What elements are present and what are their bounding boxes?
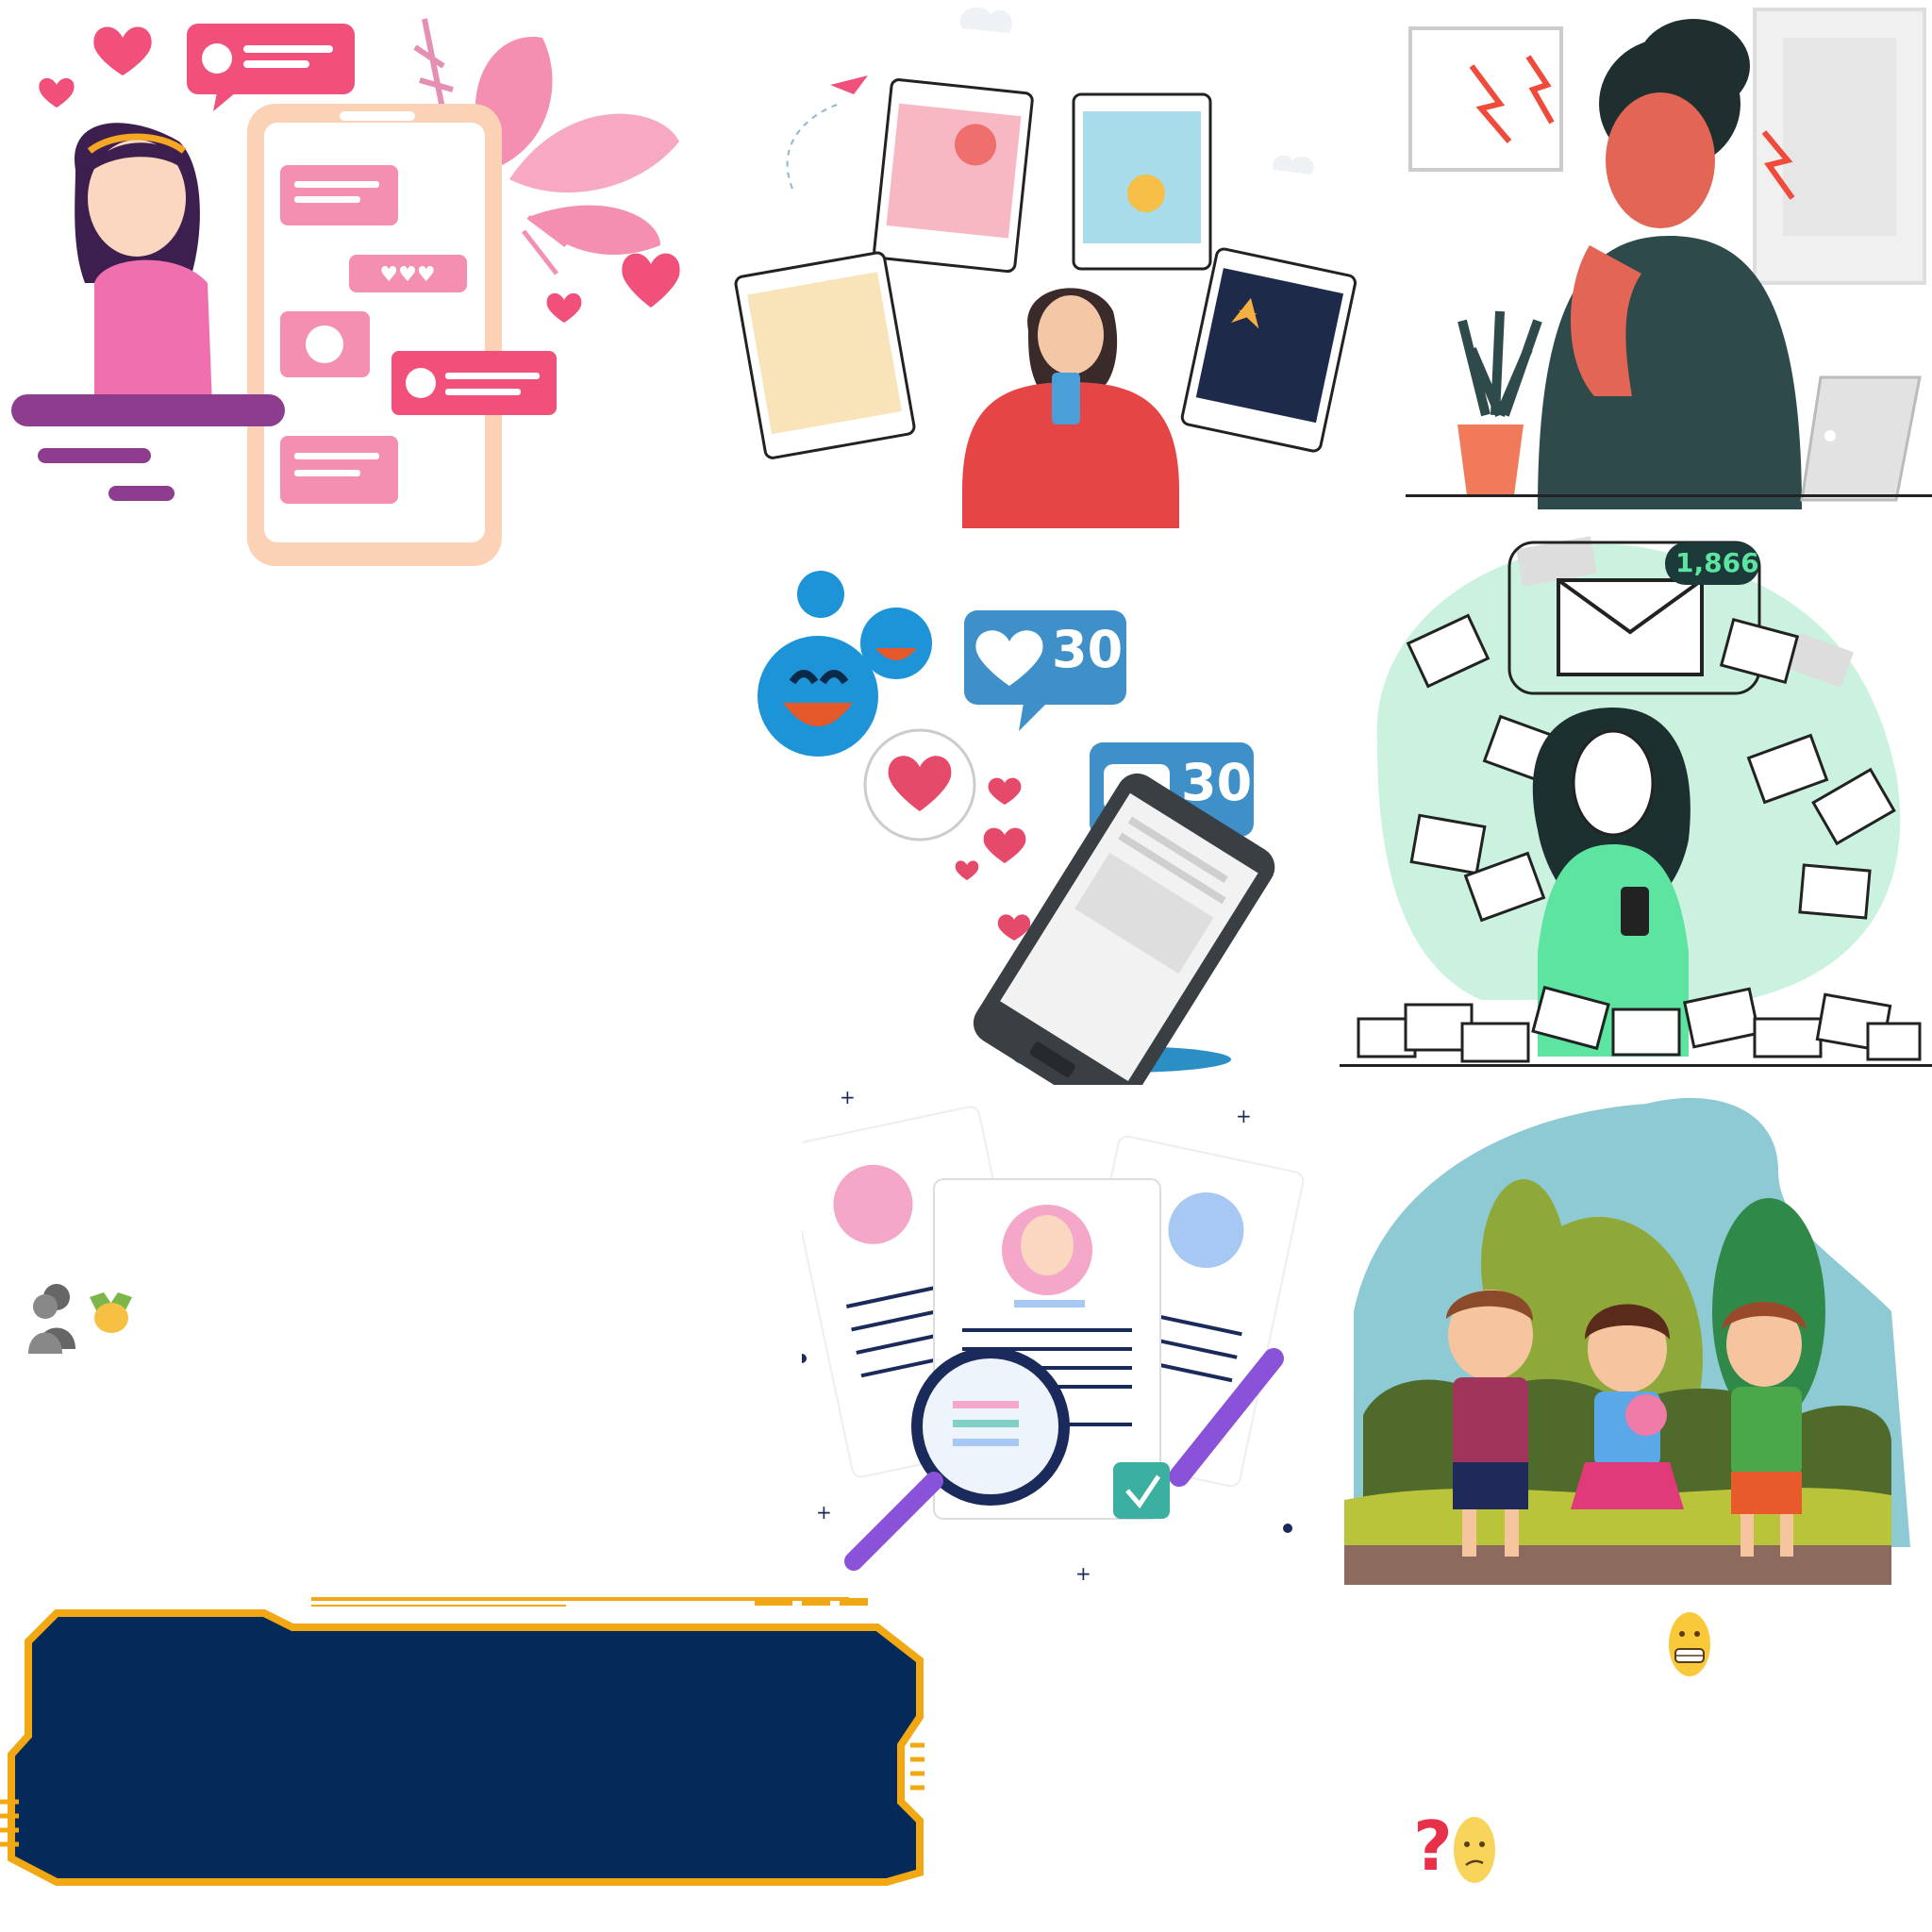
- confused-emoji-icon: [1453, 1816, 1496, 1884]
- svg-text:+: +: [816, 1501, 832, 1524]
- engagement-illustration: 30 30: [717, 561, 1302, 1085]
- email-overload-illustration: 1,866: [1340, 528, 1932, 1075]
- likes-count: 30: [1052, 620, 1124, 679]
- kids-park-illustration: [1344, 1075, 1910, 1585]
- svg-text:+: +: [1075, 1562, 1091, 1585]
- comments-count: 30: [1181, 753, 1253, 812]
- email-count: 1,866: [1675, 547, 1759, 578]
- profile-search-illustration: + + + +: [802, 1085, 1330, 1594]
- svg-text:+: +: [1236, 1105, 1252, 1127]
- handshake-icon: [85, 1288, 137, 1340]
- frame-panel: [0, 1585, 934, 1896]
- chat-girl-illustration: ♥♥♥: [0, 0, 698, 575]
- people-icon: [28, 1278, 75, 1354]
- svg-text:♥♥♥: ♥♥♥: [379, 263, 435, 287]
- headache-illustration: [1406, 0, 1932, 509]
- question-mark-icon: ?: [1413, 1807, 1453, 1886]
- grimace-emoji-icon: [1668, 1611, 1711, 1677]
- social-feed-illustration: [717, 0, 1377, 528]
- svg-text:+: +: [840, 1086, 856, 1108]
